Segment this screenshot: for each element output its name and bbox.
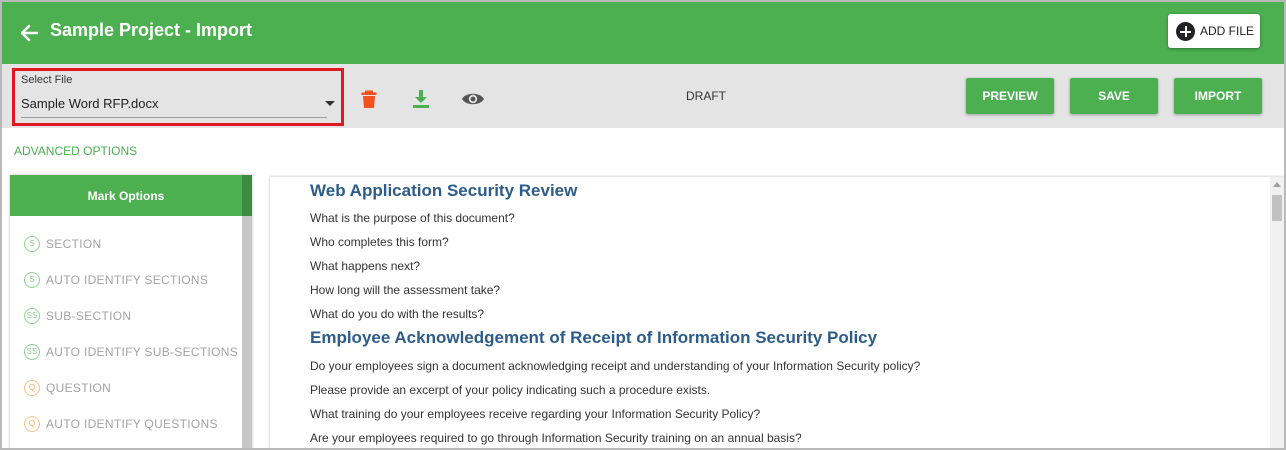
- select-file-dropdown[interactable]: Select File Sample Word RFP.docx: [12, 68, 344, 126]
- save-button[interactable]: SAVE: [1070, 78, 1158, 114]
- document-line: What is the purpose of this document?: [310, 211, 515, 225]
- select-underline: [21, 117, 327, 118]
- question-badge-icon: Q: [24, 416, 40, 432]
- mark-options-title: Mark Options: [10, 175, 242, 216]
- arrow-left-icon[interactable]: [18, 22, 40, 44]
- mark-option-label: QUESTION: [46, 381, 112, 395]
- panel-header-bar: [242, 175, 252, 216]
- sub-section-badge-icon: SS: [24, 308, 40, 324]
- mark-options-panel: Mark Options S SECTION S AUTO IDENTIFY S…: [10, 175, 252, 448]
- mark-option-question[interactable]: Q QUESTION: [24, 379, 111, 397]
- mark-option-label: AUTO IDENTIFY QUESTIONS: [46, 417, 218, 431]
- select-file-value: Sample Word RFP.docx: [21, 96, 159, 111]
- document-line: Are your employees required to go throug…: [310, 431, 802, 445]
- document-line: What training do your employees receive …: [310, 407, 761, 421]
- mark-option-label: SUB-SECTION: [46, 309, 132, 323]
- section-badge-icon: S: [24, 272, 40, 288]
- document-scrollbar[interactable]: [1270, 177, 1284, 448]
- document-line: Who completes this form?: [310, 235, 449, 249]
- mark-option-label: AUTO IDENTIFY SUB-SECTIONS: [46, 345, 239, 359]
- document-line: What do you do with the results?: [310, 307, 485, 321]
- add-file-button[interactable]: ADD FILE: [1168, 14, 1260, 48]
- sub-section-badge-icon: SS: [24, 344, 40, 360]
- document-preview[interactable]: Web Application Security Review What is …: [270, 177, 1284, 448]
- app-window: Sample Project - Import ADD FILE Select …: [0, 0, 1286, 450]
- mark-option-section[interactable]: S SECTION: [24, 235, 101, 253]
- page-title: Sample Project - Import: [50, 20, 253, 40]
- eye-icon[interactable]: [461, 88, 484, 110]
- document-heading: Web Application Security Review: [310, 181, 578, 200]
- question-badge-icon: Q: [24, 380, 40, 396]
- import-button[interactable]: IMPORT: [1174, 78, 1262, 114]
- download-icon[interactable]: [410, 88, 432, 110]
- mark-option-auto-sub-sections[interactable]: SS AUTO IDENTIFY SUB-SECTIONS: [24, 343, 238, 361]
- preview-button[interactable]: PREVIEW: [966, 78, 1054, 114]
- plus-circle-icon: [1176, 22, 1195, 41]
- add-file-label: ADD FILE: [1200, 24, 1255, 38]
- mark-option-sub-section[interactable]: SS SUB-SECTION: [24, 307, 131, 325]
- mark-option-auto-sections[interactable]: S AUTO IDENTIFY SECTIONS: [24, 271, 208, 289]
- caret-down-icon: [325, 101, 335, 106]
- scrollbar-thumb[interactable]: [1272, 195, 1282, 221]
- panel-scrollbar[interactable]: [242, 216, 252, 448]
- section-badge-icon: S: [24, 236, 40, 252]
- select-file-label: Select File: [21, 74, 73, 86]
- document-line: How long will the assessment take?: [310, 283, 501, 297]
- scroll-up-arrow-icon[interactable]: [1273, 182, 1281, 187]
- mark-option-label: AUTO IDENTIFY SECTIONS: [46, 273, 209, 287]
- trash-icon[interactable]: [358, 88, 380, 110]
- document-line: Please provide an excerpt of your policy…: [310, 383, 711, 397]
- mark-option-label: SECTION: [46, 237, 102, 251]
- toolbar: Select File Sample Word RFP.docx DRAFT P…: [2, 64, 1284, 128]
- app-header: Sample Project - Import ADD FILE: [2, 2, 1284, 64]
- document-line: What happens next?: [310, 259, 421, 273]
- advanced-options-link[interactable]: ADVANCED OPTIONS: [14, 144, 137, 158]
- document-line: Do your employees sign a document acknow…: [310, 359, 921, 373]
- mark-option-auto-questions[interactable]: Q AUTO IDENTIFY QUESTIONS: [24, 415, 218, 433]
- status-badge: DRAFT: [686, 89, 726, 103]
- document-heading: Employee Acknowledgement of Receipt of I…: [310, 328, 878, 347]
